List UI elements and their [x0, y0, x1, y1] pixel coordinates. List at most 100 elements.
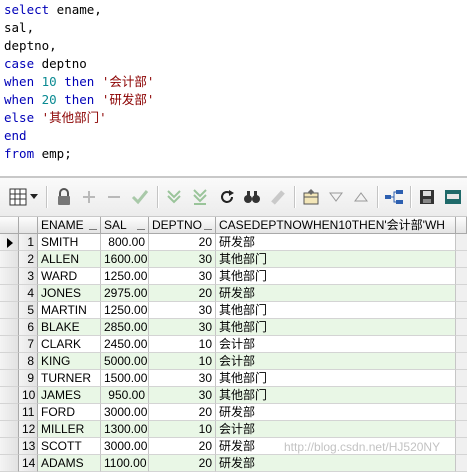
- cell-sal[interactable]: 1300.00: [101, 421, 149, 438]
- cell-ename[interactable]: JAMES: [38, 387, 101, 404]
- cell-ename[interactable]: TURNER: [38, 370, 101, 387]
- cell-ename[interactable]: SCOTT: [38, 438, 101, 455]
- column-header-ename[interactable]: ENAME: [38, 217, 101, 234]
- refresh-icon[interactable]: [217, 187, 237, 207]
- cell-ename[interactable]: ALLEN: [38, 251, 101, 268]
- cell-case[interactable]: 其他部门: [216, 251, 456, 268]
- cell-deptno[interactable]: 20: [149, 285, 216, 302]
- cell-ename[interactable]: MARTIN: [38, 302, 101, 319]
- column-header-sal[interactable]: SAL: [101, 217, 149, 234]
- sql-editor[interactable]: select ename, sal, deptno, case deptno w…: [0, 0, 467, 176]
- table-row[interactable]: 2 ALLEN 1600.00 30 其他部门: [0, 251, 467, 268]
- table-row[interactable]: 14 ADAMS 1100.00 20 研发部: [0, 455, 467, 472]
- cell-deptno[interactable]: 10: [149, 336, 216, 353]
- row-indicator[interactable]: [0, 387, 19, 404]
- cell-deptno[interactable]: 10: [149, 353, 216, 370]
- query-by-example-icon[interactable]: [301, 187, 321, 207]
- row-indicator[interactable]: [0, 268, 19, 285]
- cell-case[interactable]: 研发部: [216, 285, 456, 302]
- row-indicator[interactable]: [0, 234, 19, 251]
- export-icon[interactable]: [443, 187, 463, 207]
- cell-ename[interactable]: KING: [38, 353, 101, 370]
- cell-ename[interactable]: ADAMS: [38, 455, 101, 472]
- cell-deptno[interactable]: 30: [149, 387, 216, 404]
- row-indicator[interactable]: [0, 353, 19, 370]
- cell-ename[interactable]: SMITH: [38, 234, 101, 251]
- cell-deptno[interactable]: 30: [149, 302, 216, 319]
- grid-view-icon[interactable]: [8, 187, 28, 207]
- cell-sal[interactable]: 950.00: [101, 387, 149, 404]
- cell-ename[interactable]: FORD: [38, 404, 101, 421]
- cell-deptno[interactable]: 30: [149, 268, 216, 285]
- table-row[interactable]: 9 TURNER 1500.00 30 其他部门: [0, 370, 467, 387]
- table-row[interactable]: 1 SMITH 800.00 20 研发部: [0, 234, 467, 251]
- table-row[interactable]: 11 FORD 3000.00 20 研发部: [0, 404, 467, 421]
- table-row[interactable]: 4 JONES 2975.00 20 研发部: [0, 285, 467, 302]
- cell-case[interactable]: 会计部: [216, 353, 456, 370]
- cell-ename[interactable]: JONES: [38, 285, 101, 302]
- cell-sal[interactable]: 5000.00: [101, 353, 149, 370]
- row-indicator[interactable]: [0, 319, 19, 336]
- cell-deptno[interactable]: 20: [149, 234, 216, 251]
- table-row[interactable]: 6 BLAKE 2850.00 30 其他部门: [0, 319, 467, 336]
- cell-sal[interactable]: 3000.00: [101, 438, 149, 455]
- cell-case[interactable]: 研发部: [216, 234, 456, 251]
- cell-sal[interactable]: 1250.00: [101, 302, 149, 319]
- cell-case[interactable]: 研发部: [216, 404, 456, 421]
- cell-sal[interactable]: 1600.00: [101, 251, 149, 268]
- dropdown-arrow-icon[interactable]: [28, 187, 40, 207]
- cell-sal[interactable]: 2450.00: [101, 336, 149, 353]
- table-row[interactable]: 10 JAMES 950.00 30 其他部门: [0, 387, 467, 404]
- cell-case[interactable]: 其他部门: [216, 302, 456, 319]
- row-indicator[interactable]: [0, 370, 19, 387]
- cell-case[interactable]: 其他部门: [216, 387, 456, 404]
- lock-icon[interactable]: [54, 187, 74, 207]
- row-indicator[interactable]: [0, 302, 19, 319]
- fetch-last-icon[interactable]: [190, 187, 210, 207]
- cell-deptno[interactable]: 30: [149, 370, 216, 387]
- cell-deptno[interactable]: 20: [149, 404, 216, 421]
- cell-sal[interactable]: 800.00: [101, 234, 149, 251]
- cell-case[interactable]: 其他部门: [216, 319, 456, 336]
- cell-sal[interactable]: 1250.00: [101, 268, 149, 285]
- table-row[interactable]: 8 KING 5000.00 10 会计部: [0, 353, 467, 370]
- row-indicator[interactable]: [0, 455, 19, 472]
- cell-sal[interactable]: 1500.00: [101, 370, 149, 387]
- sort-desc-icon[interactable]: [326, 187, 346, 207]
- table-row[interactable]: 5 MARTIN 1250.00 30 其他部门: [0, 302, 467, 319]
- find-icon[interactable]: [242, 187, 262, 207]
- row-indicator[interactable]: [0, 421, 19, 438]
- row-indicator[interactable]: [0, 404, 19, 421]
- save-icon[interactable]: [417, 187, 437, 207]
- column-header-deptno[interactable]: DEPTNO: [149, 217, 216, 234]
- cell-sal[interactable]: 1100.00: [101, 455, 149, 472]
- table-row[interactable]: 3 WARD 1250.00 30 其他部门: [0, 268, 467, 285]
- cell-ename[interactable]: BLAKE: [38, 319, 101, 336]
- cell-ename[interactable]: WARD: [38, 268, 101, 285]
- cell-ename[interactable]: CLARK: [38, 336, 101, 353]
- clear-icon[interactable]: [268, 187, 288, 207]
- table-row[interactable]: 12 MILLER 1300.00 10 会计部: [0, 421, 467, 438]
- cell-deptno[interactable]: 30: [149, 251, 216, 268]
- cell-deptno[interactable]: 10: [149, 421, 216, 438]
- cell-deptno[interactable]: 20: [149, 455, 216, 472]
- cell-case[interactable]: 其他部门: [216, 268, 456, 285]
- cell-case[interactable]: 会计部: [216, 421, 456, 438]
- row-indicator[interactable]: [0, 285, 19, 302]
- column-header-case[interactable]: CASEDEPTNOWHEN10THEN'会计部'WH: [216, 217, 456, 234]
- row-indicator[interactable]: [0, 336, 19, 353]
- cell-sal[interactable]: 3000.00: [101, 404, 149, 421]
- cell-deptno[interactable]: 20: [149, 438, 216, 455]
- add-record-icon[interactable]: [79, 187, 99, 207]
- cell-ename[interactable]: MILLER: [38, 421, 101, 438]
- row-indicator[interactable]: [0, 438, 19, 455]
- delete-record-icon[interactable]: [104, 187, 124, 207]
- cell-deptno[interactable]: 30: [149, 319, 216, 336]
- table-row[interactable]: 7 CLARK 2450.00 10 会计部: [0, 336, 467, 353]
- result-grid[interactable]: ENAME SAL DEPTNO CASEDEPTNOWHEN10THEN'会计…: [0, 217, 467, 472]
- post-changes-icon[interactable]: [130, 187, 150, 207]
- sort-asc-icon[interactable]: [351, 187, 371, 207]
- row-indicator[interactable]: [0, 251, 19, 268]
- fetch-next-icon[interactable]: [164, 187, 184, 207]
- link-icon[interactable]: [384, 187, 404, 207]
